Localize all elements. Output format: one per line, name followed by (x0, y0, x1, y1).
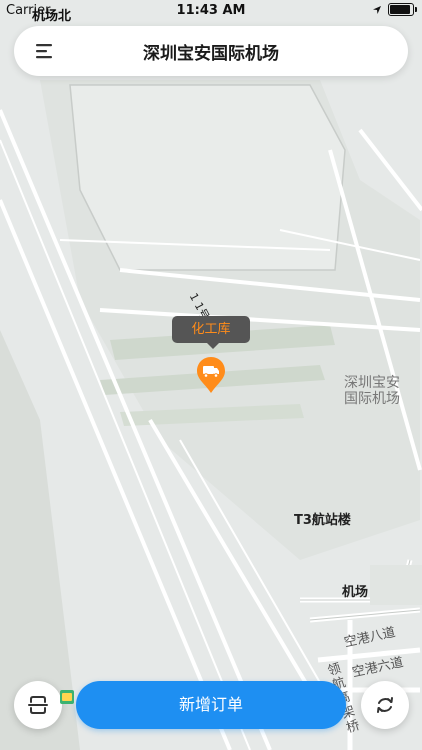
map-attribution-icon (60, 690, 74, 704)
scan-button[interactable] (14, 681, 62, 729)
status-time: 11:43 AM (176, 3, 246, 18)
truck-icon[interactable] (195, 355, 227, 395)
status-bar: Carrier 机场北 11:43 AM (0, 0, 422, 24)
map-label-airport: 机场 (342, 585, 369, 600)
location-arrow-icon (373, 5, 381, 14)
poi-tooltip[interactable]: 化工库 (172, 316, 250, 349)
battery-icon (388, 3, 417, 16)
status-right (372, 3, 417, 16)
page-title: 深圳宝安国际机场 (143, 44, 279, 64)
refresh-button[interactable] (361, 681, 409, 729)
map-label-terminal: T3航站楼 (294, 513, 351, 528)
map-label-airport-name-2: 国际机场 (344, 391, 400, 407)
scan-icon (28, 696, 48, 714)
header-bar: 深圳宝安国际机场 (14, 26, 408, 76)
refresh-icon (377, 697, 393, 713)
new-order-button[interactable]: 新增订单 (76, 681, 346, 729)
